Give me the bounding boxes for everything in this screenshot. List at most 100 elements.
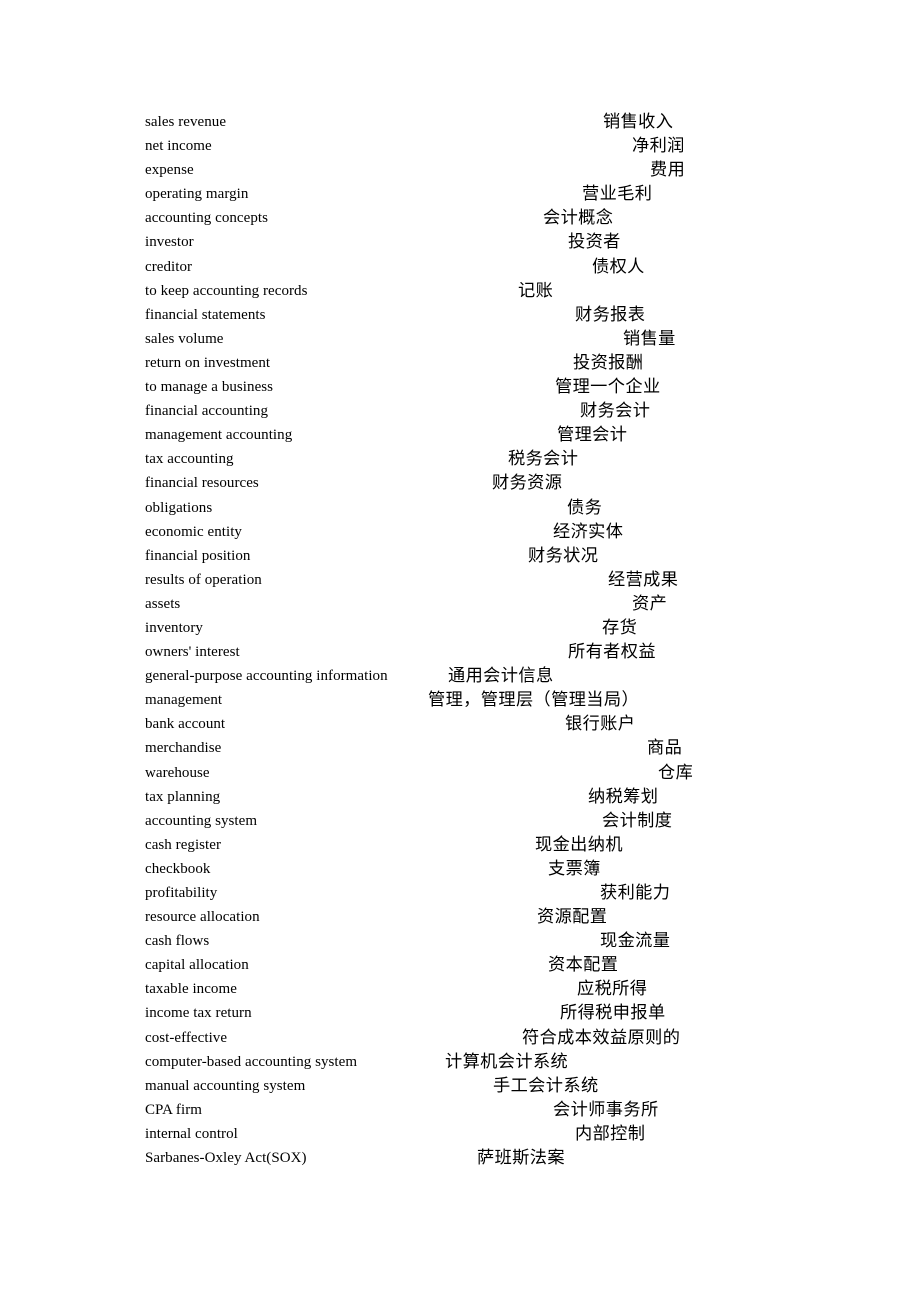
term-english: capital allocation [145, 957, 249, 974]
term-chinese: 资产 [632, 593, 668, 614]
term-chinese: 管理一个企业 [555, 377, 661, 398]
term-chinese: 计算机会计系统 [445, 1051, 569, 1072]
term-english: investor [145, 234, 194, 251]
term-chinese: 现金出纳机 [535, 834, 623, 855]
term-chinese: 商品 [647, 738, 683, 759]
term-chinese: 符合成本效益原则的 [522, 1027, 681, 1048]
glossary-row: sales revenue 销售收入 [145, 110, 845, 134]
term-chinese: 费用 [650, 160, 686, 181]
term-chinese: 所有者权益 [568, 642, 656, 663]
glossary-row: accounting concepts 会计概念 [145, 206, 845, 230]
glossary-row: net income 净利润 [145, 134, 845, 158]
term-chinese: 债权人 [592, 256, 645, 277]
term-english: expense [145, 162, 194, 179]
term-english: Sarbanes-Oxley Act(SOX) [145, 1150, 307, 1167]
term-chinese: 所得税申报单 [560, 1003, 666, 1024]
term-english: bank account [145, 716, 226, 733]
term-chinese: 存货 [602, 617, 638, 638]
glossary-row: computer-based accounting system 计算机会计系统 [145, 1050, 845, 1074]
term-chinese: 内部控制 [575, 1123, 646, 1144]
term-english: accounting concepts [145, 210, 268, 227]
term-chinese: 净利润 [632, 136, 685, 157]
term-chinese: 销售量 [623, 328, 676, 349]
glossary-row: results of operation 经营成果 [145, 568, 845, 592]
term-chinese: 应税所得 [577, 979, 648, 1000]
term-english: financial statements [145, 306, 266, 323]
term-chinese: 营业毛利 [582, 184, 653, 205]
glossary-row: assets 资产 [145, 592, 845, 616]
term-english: results of operation [145, 571, 262, 588]
term-chinese: 现金流量 [600, 931, 671, 952]
term-english: sales revenue [145, 114, 227, 130]
glossary-row: merchandise 商品 [145, 736, 845, 760]
term-english: computer-based accounting system [145, 1053, 358, 1070]
term-chinese: 会计概念 [543, 208, 614, 229]
term-english: warehouse [145, 764, 210, 781]
glossary-row: sales volume 销售量 [145, 327, 845, 351]
term-english: taxable income [145, 981, 237, 998]
glossary-row: financial position 财务状况 [145, 544, 845, 568]
glossary-row: cash register 现金出纳机 [145, 833, 845, 857]
glossary-row: cost-effective 符合成本效益原则的 [145, 1026, 845, 1050]
term-english: owners' interest [145, 644, 240, 661]
term-english: cash flows [145, 933, 210, 950]
glossary-row: bank account 银行账户 [145, 712, 845, 736]
term-chinese: 会计师事务所 [553, 1099, 659, 1120]
glossary-row: expense 费用 [145, 158, 845, 182]
term-english: financial accounting [145, 403, 269, 420]
glossary-row: internal control 内部控制 [145, 1122, 845, 1146]
term-english: financial position [145, 547, 251, 564]
glossary-row: financial accounting 财务会计 [145, 399, 845, 423]
glossary-row: financial statements 财务报表 [145, 303, 845, 327]
term-english: general-purpose accounting information [145, 668, 388, 685]
glossary-row: checkbook 支票簿 [145, 857, 845, 881]
glossary-row: taxable income 应税所得 [145, 977, 845, 1001]
term-english: net income [145, 138, 212, 155]
glossary-row: Sarbanes-Oxley Act(SOX) 萨班斯法案 [145, 1146, 845, 1170]
term-chinese: 萨班斯法案 [477, 1148, 565, 1169]
glossary-row: obligations 债务 [145, 496, 845, 520]
term-chinese: 经济实体 [553, 521, 624, 542]
term-english: internal control [145, 1125, 238, 1142]
term-english: management [145, 692, 223, 709]
term-chinese: 资本配置 [548, 955, 619, 976]
term-chinese: 财务报表 [575, 304, 646, 325]
term-english: financial resources [145, 475, 259, 492]
glossary-row: to keep accounting records 记账 [145, 279, 845, 303]
term-english: return on investment [145, 354, 271, 371]
glossary-row: general-purpose accounting information 通用… [145, 664, 845, 688]
term-english: checkbook [145, 860, 211, 877]
term-chinese: 管理会计 [557, 425, 628, 446]
glossary-list: sales revenue 销售收入 net income 净利润 expense 费用 o… [145, 110, 845, 1170]
term-english: sales volume [145, 330, 224, 347]
term-chinese: 纳税筹划 [588, 786, 659, 807]
term-english: management accounting [145, 427, 293, 444]
term-english: to manage a business [145, 379, 274, 396]
term-chinese: 投资报酬 [573, 352, 644, 373]
term-english: assets [145, 595, 181, 612]
glossary-row: accounting system 会计制度 [145, 809, 845, 833]
term-english: resource allocation [145, 909, 260, 926]
term-chinese: 通用会计信息 [448, 666, 554, 687]
glossary-row: management accounting 管理会计 [145, 423, 845, 447]
term-chinese: 获利能力 [600, 883, 671, 903]
term-english: tax accounting [145, 451, 234, 468]
glossary-row: manual accounting system 手工会计系统 [145, 1074, 845, 1098]
term-chinese: 管理，管理层（管理当局） [428, 690, 640, 711]
term-chinese: 销售收入 [603, 112, 674, 132]
glossary-row: financial resources 财务资源 [145, 471, 845, 495]
term-chinese: 经营成果 [608, 569, 679, 590]
term-english: income tax return [145, 1005, 252, 1022]
term-english: merchandise [145, 740, 222, 757]
term-english: cash register [145, 836, 222, 853]
term-chinese: 债务 [567, 497, 603, 518]
term-chinese: 财务状况 [528, 545, 599, 566]
term-chinese: 财务会计 [580, 401, 651, 422]
glossary-row: investor 投资者 [145, 230, 845, 254]
glossary-row: tax accounting 税务会计 [145, 447, 845, 471]
term-english: inventory [145, 619, 203, 636]
term-english: accounting system [145, 812, 258, 829]
term-chinese: 记账 [518, 280, 554, 301]
term-chinese: 支票簿 [548, 858, 601, 879]
glossary-row: to manage a business 管理一个企业 [145, 375, 845, 399]
